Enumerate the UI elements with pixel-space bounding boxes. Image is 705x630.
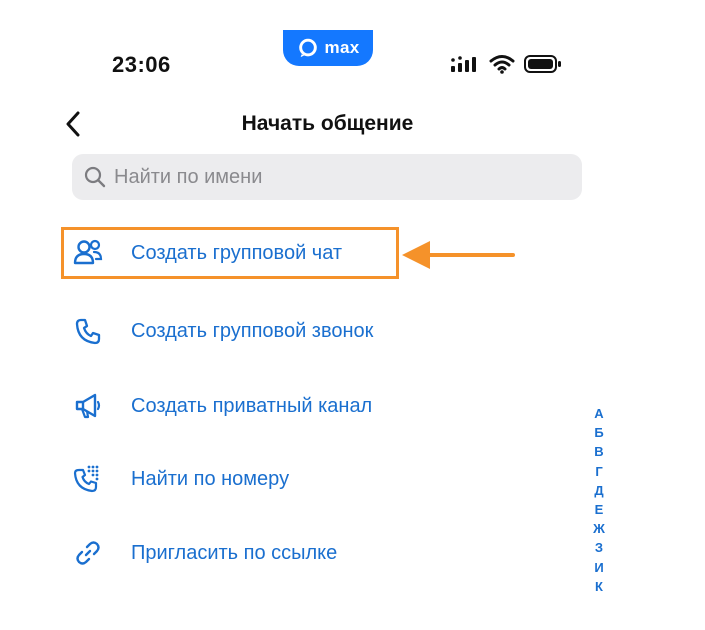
highlight-box <box>61 227 399 279</box>
menu-item-create-private-channel[interactable]: Создать приватный канал <box>72 386 372 426</box>
menu-item-find-by-number[interactable]: Найти по номеру <box>72 459 289 499</box>
island-label: max <box>324 38 360 57</box>
alpha-letter[interactable]: Д <box>594 481 603 500</box>
alpha-letter[interactable]: В <box>594 442 603 461</box>
alpha-letter[interactable]: Ж <box>593 519 605 538</box>
status-icons <box>450 54 562 74</box>
battery-icon <box>524 55 561 73</box>
page-title: Начать общение <box>241 112 414 135</box>
phone-icon <box>72 315 104 347</box>
menu-item-label: Создать приватный канал <box>131 394 373 417</box>
alphabet-index[interactable]: А Б В Г Д Е Ж З И К <box>590 404 608 596</box>
menu-item-label: Найти по номеру <box>131 467 290 490</box>
search-bar[interactable] <box>72 154 582 200</box>
alpha-letter[interactable]: Е <box>595 500 604 519</box>
alpha-letter[interactable]: К <box>595 577 603 596</box>
alpha-letter[interactable]: Г <box>595 462 602 481</box>
menu-item-invite-by-link[interactable]: Пригласить по ссылке <box>72 533 337 573</box>
signal-icon <box>451 56 476 72</box>
megaphone-icon <box>72 390 104 422</box>
wifi-icon <box>489 55 515 74</box>
menu-item-label: Создать групповой звонок <box>131 319 374 342</box>
link-icon <box>72 537 104 569</box>
status-time: 23:06 <box>112 52 171 77</box>
alpha-letter[interactable]: Б <box>594 423 603 442</box>
menu-item-label: Пригласить по ссылке <box>131 541 338 564</box>
max-logo-icon <box>298 38 317 58</box>
alpha-letter[interactable]: З <box>595 538 603 557</box>
alpha-letter[interactable]: И <box>594 558 603 577</box>
dialpad-phone-icon <box>72 463 104 495</box>
menu-item-create-group-call[interactable]: Создать групповой звонок <box>72 311 373 351</box>
arrow-pointer-icon <box>402 241 515 269</box>
search-input[interactable] <box>114 165 554 189</box>
dynamic-island: max <box>283 30 373 66</box>
alpha-letter[interactable]: А <box>594 404 603 423</box>
search-icon <box>84 166 106 188</box>
